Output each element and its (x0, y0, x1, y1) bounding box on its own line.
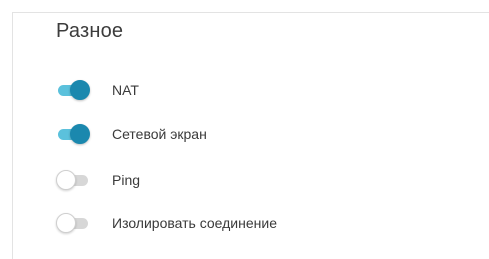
toggle-row-firewall: Сетевой экран (56, 122, 207, 146)
toggle-knob (56, 170, 76, 190)
isolate-connection-toggle-label: Изолировать соединение (112, 215, 277, 231)
firewall-toggle-label: Сетевой экран (112, 126, 207, 142)
toggle-row-isolate: Изолировать соединение (56, 211, 277, 235)
ping-toggle[interactable] (56, 168, 90, 192)
nat-toggle-label: NAT (112, 82, 139, 98)
toggle-row-nat: NAT (56, 78, 139, 102)
ping-toggle-label: Ping (112, 172, 141, 188)
toggle-knob (70, 124, 90, 144)
section-title: Разное (56, 20, 124, 42)
toggle-knob (56, 213, 76, 233)
isolate-connection-toggle[interactable] (56, 211, 90, 235)
toggle-row-ping: Ping (56, 168, 140, 192)
nat-toggle[interactable] (56, 78, 90, 102)
toggle-knob (70, 80, 90, 100)
firewall-toggle[interactable] (56, 122, 90, 146)
